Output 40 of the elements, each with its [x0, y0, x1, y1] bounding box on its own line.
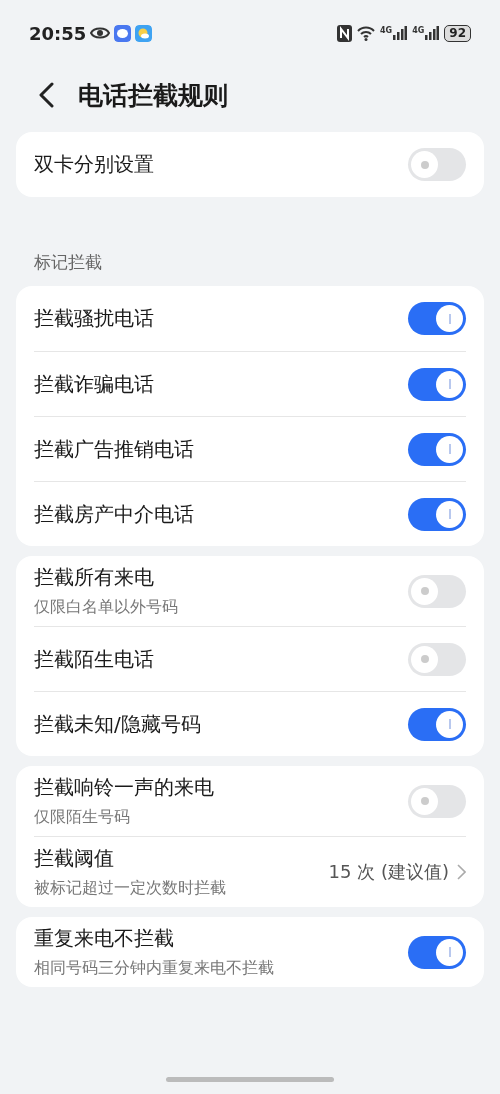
- toggle-switch[interactable]: [408, 707, 466, 741]
- section-label: 标记拦截: [33, 251, 103, 274]
- eye-icon: [90, 26, 111, 40]
- setting-description: 被标记超过一定次数时拦截: [34, 878, 227, 899]
- toggle-switch[interactable]: [408, 302, 466, 335]
- chevron-right-icon: [457, 864, 466, 880]
- setting-description: 相同号码三分钟内重复来电不拦截: [34, 958, 275, 979]
- setting-title: 拦截阈值: [34, 845, 115, 872]
- weather-app-icon: [135, 24, 153, 42]
- setting-title: 拦截房产中介电话: [34, 500, 195, 528]
- toggle-switch[interactable]: [408, 497, 466, 531]
- battery-level: 92: [444, 24, 471, 42]
- setting-title: 拦截骚扰电话: [34, 305, 155, 332]
- network-type-label: 4G: [380, 26, 393, 35]
- setting-description: 仅限陌生号码: [34, 807, 131, 828]
- setting-title: 拦截响铃一声的来电: [34, 774, 215, 801]
- toggle-switch[interactable]: [408, 432, 466, 466]
- setting-title: 拦截陌生电话: [34, 645, 155, 673]
- toggle-switch[interactable]: [408, 367, 466, 401]
- signal-icon: [425, 26, 440, 40]
- setting-title: 拦截广告推销电话: [34, 435, 195, 463]
- threshold-value[interactable]: 15 次 (建议值): [328, 860, 466, 884]
- toggle-switch[interactable]: [408, 574, 466, 608]
- toggle-switch[interactable]: [408, 148, 466, 181]
- page-title: 电话拦截规则: [78, 79, 228, 112]
- toggle-switch[interactable]: [408, 642, 466, 676]
- toggle-switch[interactable]: [408, 784, 466, 818]
- setting-title: 拦截所有来电: [34, 564, 155, 591]
- message-app-icon: [114, 24, 132, 42]
- status-time: 20:55: [29, 22, 87, 44]
- toggle-switch[interactable]: [408, 935, 466, 969]
- setting-title: 重复来电不拦截: [34, 925, 175, 952]
- setting-title: 拦截诈骗电话: [34, 370, 155, 398]
- signal-icon: [393, 26, 408, 40]
- wifi-icon: [357, 25, 375, 41]
- setting-description: 仅限白名单以外号码: [34, 597, 179, 618]
- setting-title: 拦截未知/隐藏号码: [34, 710, 202, 738]
- nfc-icon: [337, 24, 352, 42]
- network-type-label: 4G: [412, 26, 425, 35]
- setting-title: 双卡分别设置: [34, 151, 155, 178]
